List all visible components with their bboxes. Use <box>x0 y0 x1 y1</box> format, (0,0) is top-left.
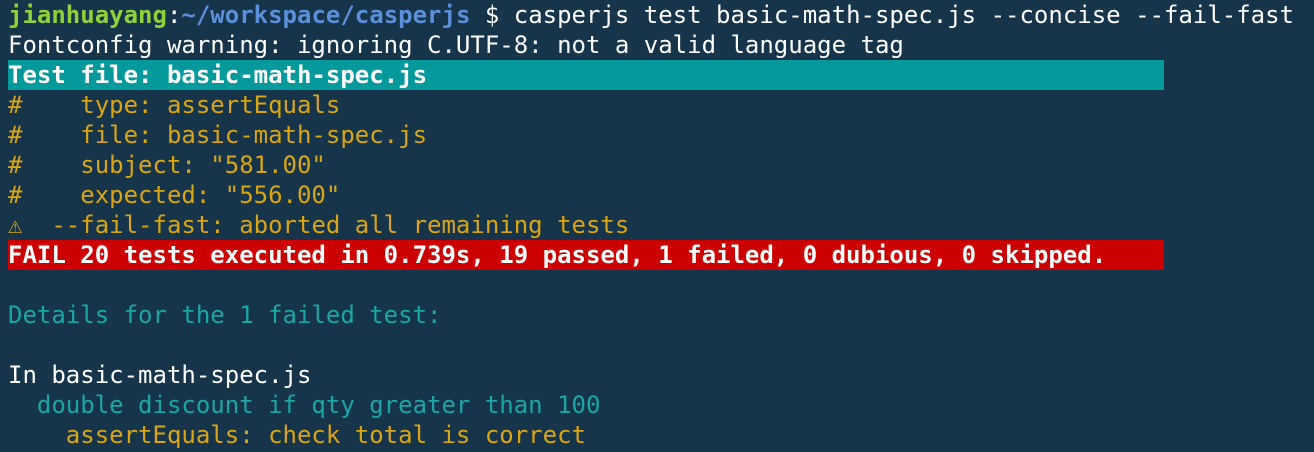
fail-fast-text: --fail-fast: aborted all remaining tests <box>22 211 630 239</box>
assert-subject-line: # subject: "581.00" <box>8 151 326 179</box>
prompt-separator: : <box>166 1 182 29</box>
terminal-window[interactable]: jianhuayang:~/workspace/casperjs $ caspe… <box>0 0 1314 452</box>
in-file-line: In basic-math-spec.js <box>8 361 312 389</box>
failed-test-name: double discount if qty greater than 100 <box>8 391 601 419</box>
prompt-symbol: $ <box>470 1 514 29</box>
prompt-path: ~/workspace/casperjs <box>181 1 471 29</box>
fail-fast-line: ⚠ --fail-fast: aborted all remaining tes… <box>8 210 1314 240</box>
test-file-header: Test file: basic-math-spec.js <box>8 60 1164 90</box>
command-prompt-line: jianhuayang:~/workspace/casperjs $ caspe… <box>8 0 1314 30</box>
command-text: casperjs test basic-math-spec.js --conci… <box>513 1 1295 29</box>
details-header: Details for the 1 failed test: <box>8 301 442 329</box>
prompt-user-host: jianhuayang <box>8 1 167 29</box>
fail-summary-banner: FAIL 20 tests executed in 0.739s, 19 pas… <box>8 240 1164 270</box>
assert-expected-line: # expected: "556.00" <box>8 181 341 209</box>
failed-assertion-line: assertEquals: check total is correct <box>8 421 586 449</box>
fontconfig-warning-line: Fontconfig warning: ignoring C.UTF-8: no… <box>8 31 904 59</box>
warning-icon: ⚠ <box>8 211 23 239</box>
assert-file-line: # file: basic-math-spec.js <box>8 121 428 149</box>
assert-type-line: # type: assertEquals <box>8 91 341 119</box>
